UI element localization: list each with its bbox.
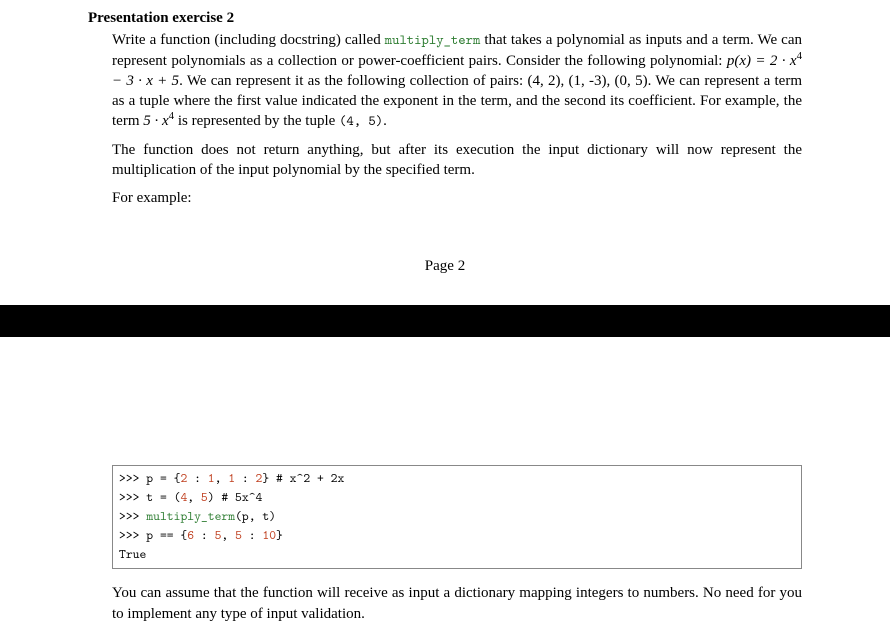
text: Write a function (including docstring) c…: [112, 32, 385, 48]
code-line-5: True: [119, 546, 146, 563]
function-name: multiply_term: [385, 31, 481, 49]
paragraph-1: Write a function (including docstring) c…: [112, 30, 802, 131]
exercise-block: Presentation exercise 2 Write a function…: [0, 0, 890, 208]
page-gap-bar: [0, 305, 890, 337]
code-line-3: >>> multiply_term(p, t): [119, 508, 276, 525]
polynomial-lhs: p(x) = 2 · x: [727, 53, 797, 69]
page-number: Page 2: [0, 258, 890, 275]
term-lhs: 5 · x: [143, 113, 168, 129]
page-gap-white: [0, 337, 890, 465]
document-page: Presentation exercise 2 Write a function…: [0, 0, 890, 624]
code-line-2: >>> t = (4, 5) # 5x^4: [119, 489, 262, 506]
code-line-1: >>> p = {2 : 1, 1 : 2} # x^2 + 2x: [119, 470, 344, 487]
code-example: >>> p = {2 : 1, 1 : 2} # x^2 + 2x >>> t …: [112, 465, 802, 569]
polynomial-mid: − 3 · x + 5: [112, 73, 179, 89]
term-tuple: (4, 5): [339, 112, 383, 130]
exercise-heading: Presentation exercise 2: [88, 8, 802, 30]
text: .: [383, 113, 387, 129]
exp: 4: [797, 50, 802, 62]
text: is represented by the tuple: [174, 113, 339, 129]
code-line-4: >>> p == {6 : 5, 5 : 10}: [119, 527, 283, 544]
paragraph-4: You can assume that the function will re…: [112, 583, 802, 624]
paragraph-2: The function does not return anything, b…: [112, 140, 802, 181]
paragraph-3: For example:: [112, 188, 802, 208]
